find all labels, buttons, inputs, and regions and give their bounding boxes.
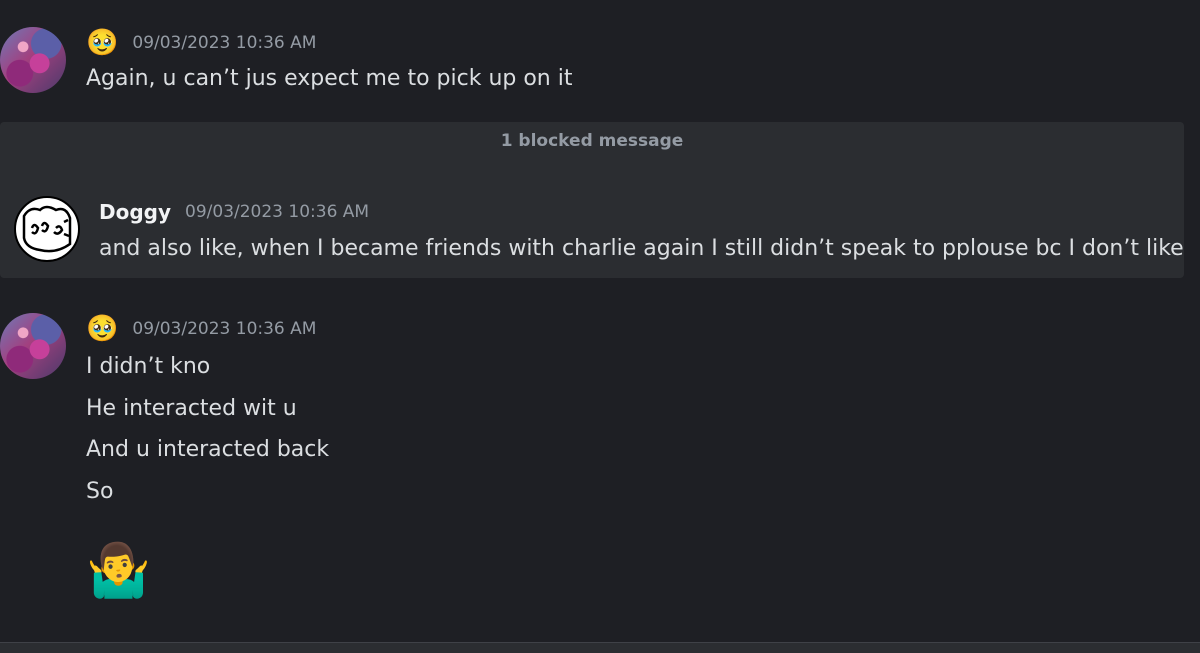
username-emoji[interactable]: 🥹 [86,314,118,344]
message-text: and also like, when I became friends wit… [99,236,1184,261]
blocked-message-label[interactable]: 1 blocked message [0,131,1184,151]
user-avatar[interactable] [0,313,66,379]
username[interactable]: Doggy [99,200,171,224]
doodle-face-icon [22,205,72,253]
message-header: 🥹 09/03/2023 10:36 AM [86,28,316,58]
message-header: 🥹 09/03/2023 10:36 AM [86,314,316,344]
message-input-bar[interactable] [0,642,1200,653]
username-emoji[interactable]: 🥹 [86,28,118,58]
message-header: Doggy 09/03/2023 10:36 AM [99,200,369,224]
message-text: Again, u can’t jus expect me to pick up … [86,66,573,91]
doggy-avatar[interactable] [14,196,80,262]
timestamp: 09/03/2023 10:36 AM [132,319,317,339]
timestamp: 09/03/2023 10:36 AM [132,33,317,53]
timestamp: 09/03/2023 10:36 AM [185,202,370,222]
shrug-emoji: 🤷‍♂️ [86,541,151,601]
message-text: And u interacted back [86,437,330,462]
message-text: He interacted wit u [86,396,297,421]
message-text: I didn’t kno [86,354,211,379]
user-avatar[interactable] [0,27,66,93]
message-text: So [86,479,114,504]
